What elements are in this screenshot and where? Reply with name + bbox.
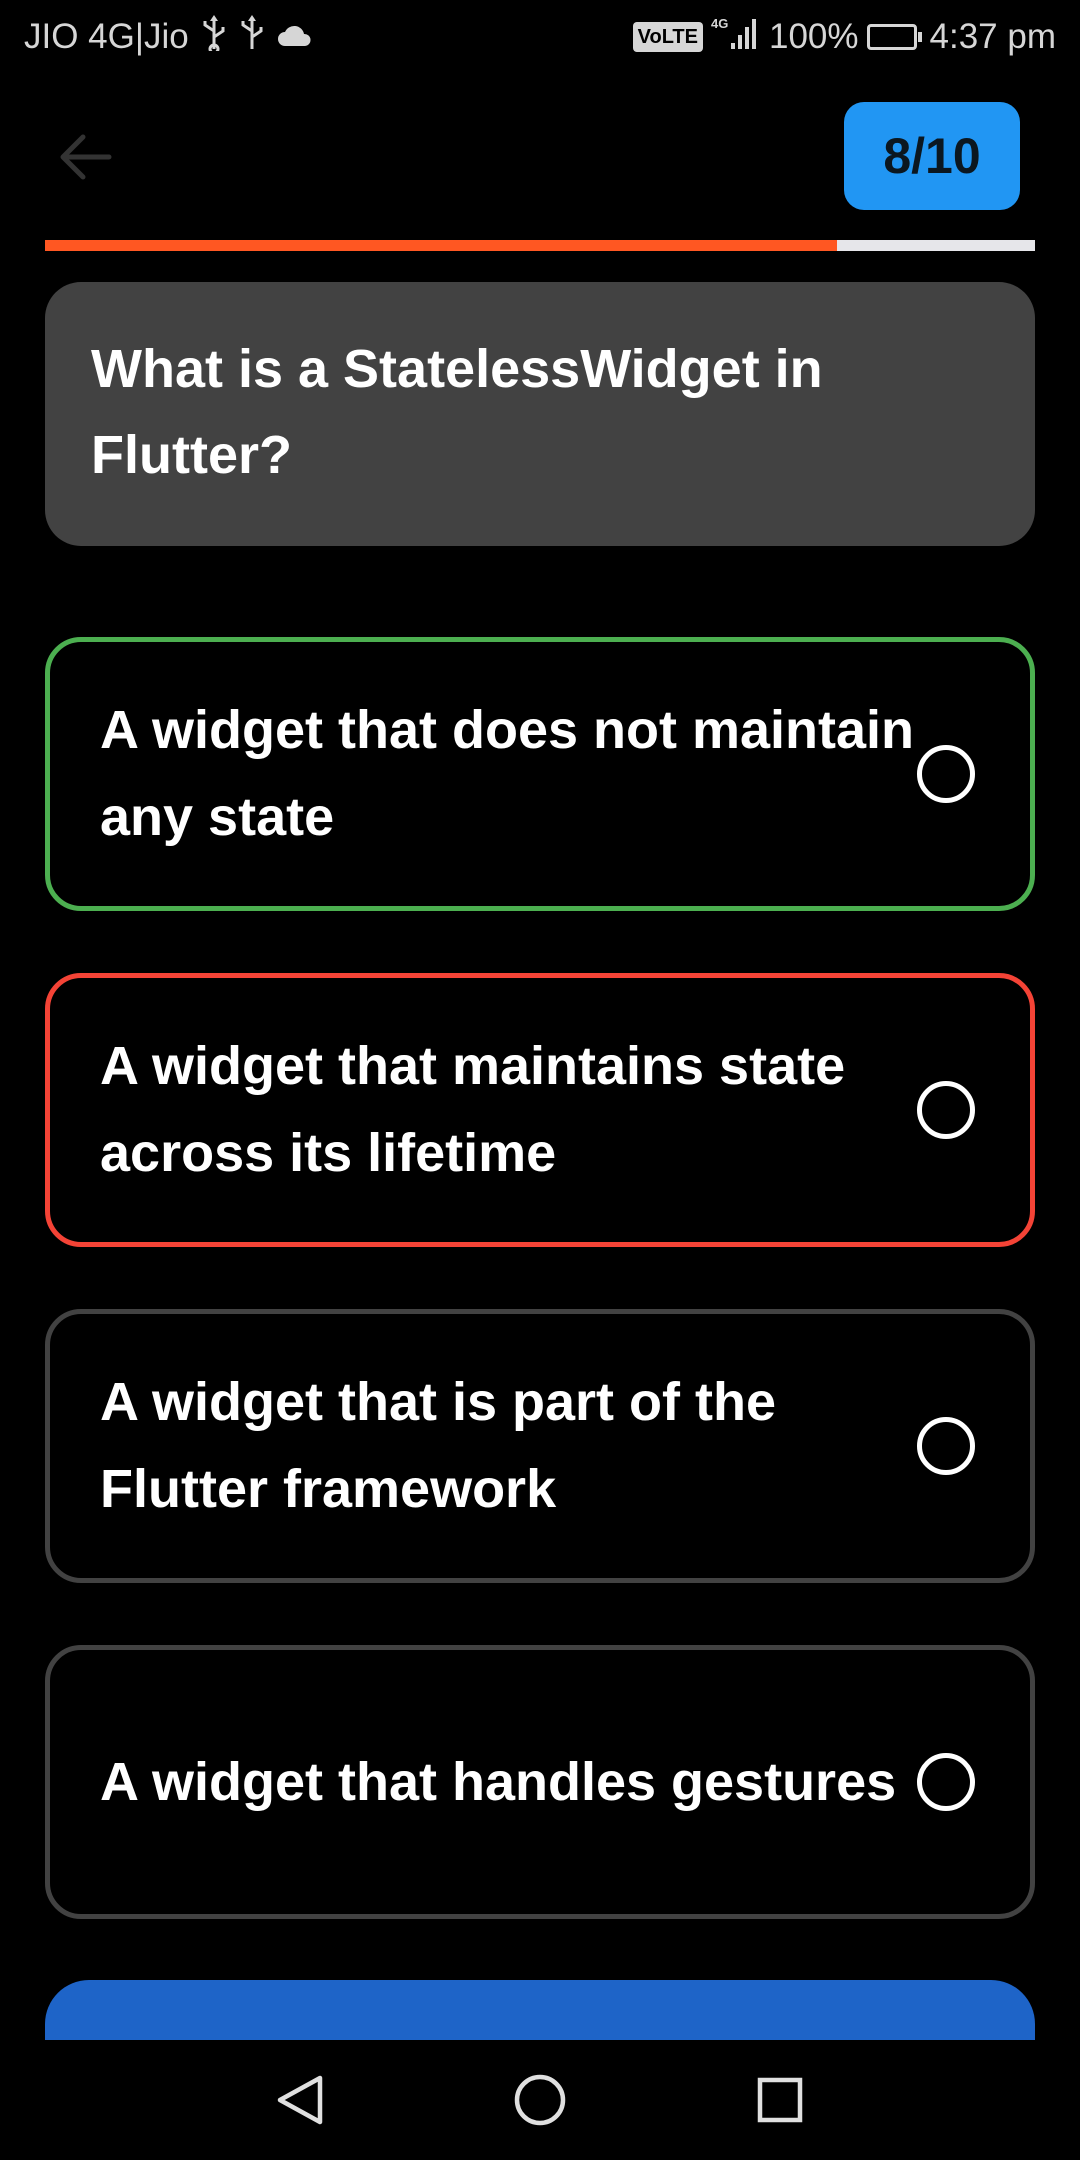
status-bar: JIO 4G|Jio VoLTE 4G 100% 4:37 pm [0,0,1080,74]
radio-button[interactable] [917,1081,975,1139]
option-3-text: A widget that is part of the Flutter fra… [100,1372,777,1519]
status-left: JIO 4G|Jio [24,14,313,60]
option-1-text: A widget that does not maintain any stat… [100,700,915,847]
progress-fill [45,240,837,251]
question-text: What is a StatelessWidget in Flutter? [91,339,823,485]
back-triangle-icon [277,2075,323,2125]
battery-icon [866,24,922,50]
signal-icon: 4G [711,15,761,60]
carrier-label: JIO 4G|Jio [24,17,189,56]
navigation-bar [0,2040,1080,2160]
radio-button[interactable] [917,1753,975,1811]
question-card: What is a StatelessWidget in Flutter? [45,282,1035,546]
recents-square-icon [757,2077,803,2123]
arrow-left-icon [60,134,112,180]
option-4-text: A widget that handles gestures [100,1751,897,1812]
usb-icon [201,14,227,60]
question-counter: 8/10 [844,102,1020,210]
battery-percent: 100% [769,17,859,56]
radio-button[interactable] [917,1417,975,1475]
network-type-label: 4G [711,16,728,31]
usb-icon-2 [239,14,265,60]
volte-badge: VoLTE [632,22,703,52]
progress-bar [45,240,1035,251]
cloud-icon [277,17,313,57]
radio-button[interactable] [917,745,975,803]
option-1[interactable]: A widget that does not maintain any stat… [45,637,1035,911]
option-4[interactable]: A widget that handles gestures [45,1645,1035,1919]
nav-home-button[interactable] [502,2062,578,2138]
nav-recents-button[interactable] [742,2062,818,2138]
option-2-text: A widget that maintains state across its… [100,1036,846,1183]
nav-back-button[interactable] [262,2062,338,2138]
option-3[interactable]: A widget that is part of the Flutter fra… [45,1309,1035,1583]
home-circle-icon [514,2074,566,2126]
option-2[interactable]: A widget that maintains state across its… [45,973,1035,1247]
clock: 4:37 pm [929,17,1056,56]
back-button[interactable] [50,125,120,189]
status-right: VoLTE 4G 100% 4:37 pm [632,15,1056,60]
